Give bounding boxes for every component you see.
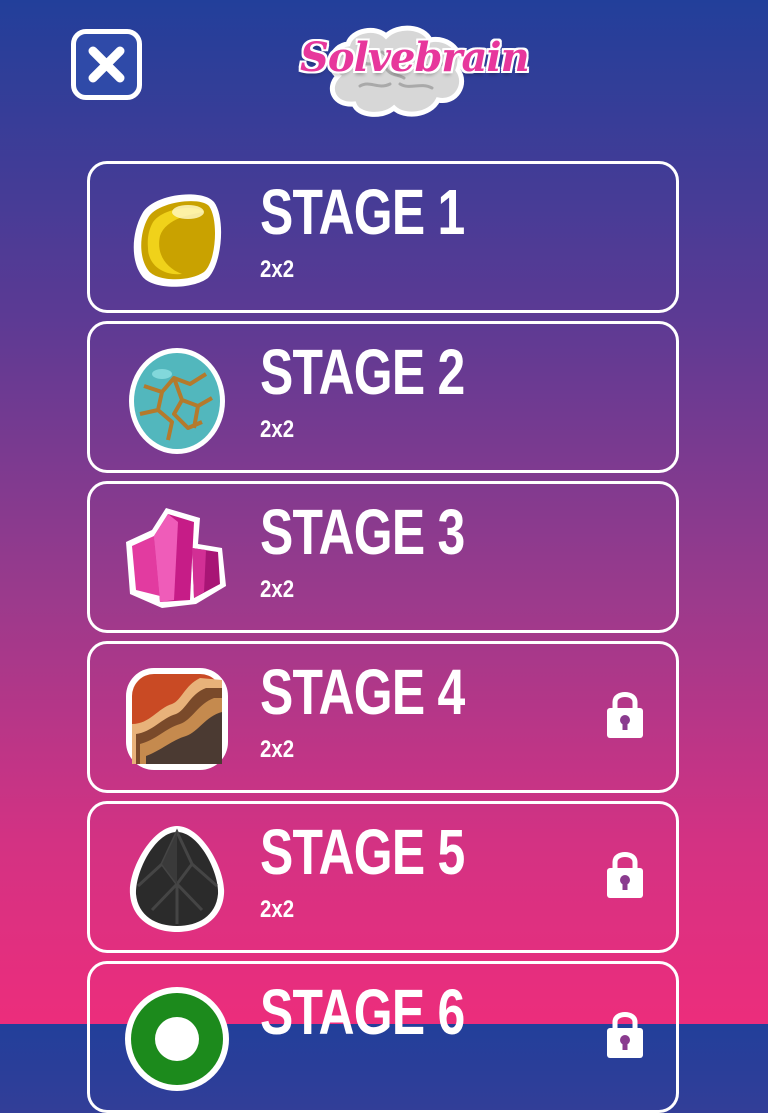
gold-gem-icon [122, 184, 232, 294]
stage-grid-size: 2x2 [260, 576, 295, 603]
stage-card[interactable]: STAGE 4 2x2 [87, 641, 679, 793]
lock-icon [605, 848, 645, 898]
stage-title: STAGE 1 [260, 176, 465, 248]
green-ring-gem-icon [122, 984, 232, 1094]
stage-card[interactable]: STAGE 3 2x2 [87, 481, 679, 633]
stage-title: STAGE 2 [260, 336, 465, 408]
black-gem-icon [122, 824, 232, 934]
stage-grid-size: 2x2 [260, 256, 295, 283]
turquoise-stone-icon [122, 344, 232, 454]
stage-title: STAGE 4 [260, 656, 465, 728]
stage-card[interactable]: STAGE 5 2x2 [87, 801, 679, 953]
lock-icon [605, 688, 645, 738]
stage-grid-size: 2x2 [260, 736, 295, 763]
stage-card[interactable]: STAGE 1 2x2 [87, 161, 679, 313]
stage-list: STAGE 1 2x2 STAGE 2 2x2 STAGE 3 2x2 STAGE 4 2x2… [0, 0, 768, 1113]
stage-grid-size: 2x2 [260, 416, 295, 443]
stage-title: STAGE 6 [260, 976, 465, 1048]
stage-card[interactable]: STAGE 6 [87, 961, 679, 1113]
stage-card[interactable]: STAGE 2 2x2 [87, 321, 679, 473]
pink-crystal-icon [122, 504, 232, 614]
lock-icon [605, 1008, 645, 1058]
agate-stone-icon [122, 664, 232, 774]
stage-grid-size: 2x2 [260, 896, 295, 923]
stage-title: STAGE 5 [260, 816, 465, 888]
stage-title: STAGE 3 [260, 496, 465, 568]
